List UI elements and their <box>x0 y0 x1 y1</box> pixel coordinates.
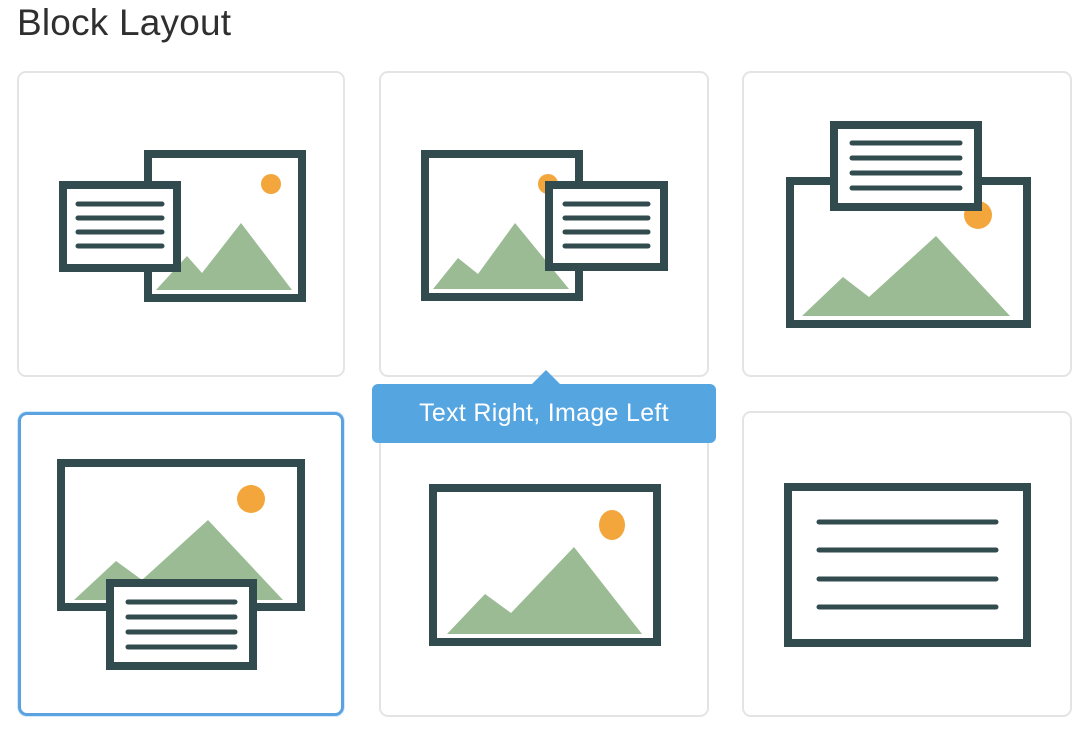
layout-option-text-top-image-bottom[interactable] <box>742 71 1072 377</box>
text-left-image-right-icon <box>59 150 306 302</box>
layout-option-image-only[interactable] <box>379 412 709 717</box>
tooltip-arrow <box>531 370 561 385</box>
text-only-icon <box>784 483 1031 647</box>
page-title: Block Layout <box>17 2 232 43</box>
layout-option-text-left-image-right[interactable] <box>17 71 345 377</box>
text-bottom-image-top-icon <box>57 459 305 670</box>
image-only-icon <box>429 484 661 646</box>
layout-option-text-bottom-image-top[interactable] <box>18 412 344 716</box>
layout-option-text-right-image-left[interactable] <box>379 71 709 377</box>
text-top-image-bottom-icon <box>786 121 1031 328</box>
text-right-image-left-icon <box>421 150 668 301</box>
layout-option-text-only[interactable] <box>742 411 1072 717</box>
tooltip-text: Text Right, Image Left <box>419 399 669 427</box>
layout-tooltip: Text Right, Image Left <box>372 384 716 443</box>
